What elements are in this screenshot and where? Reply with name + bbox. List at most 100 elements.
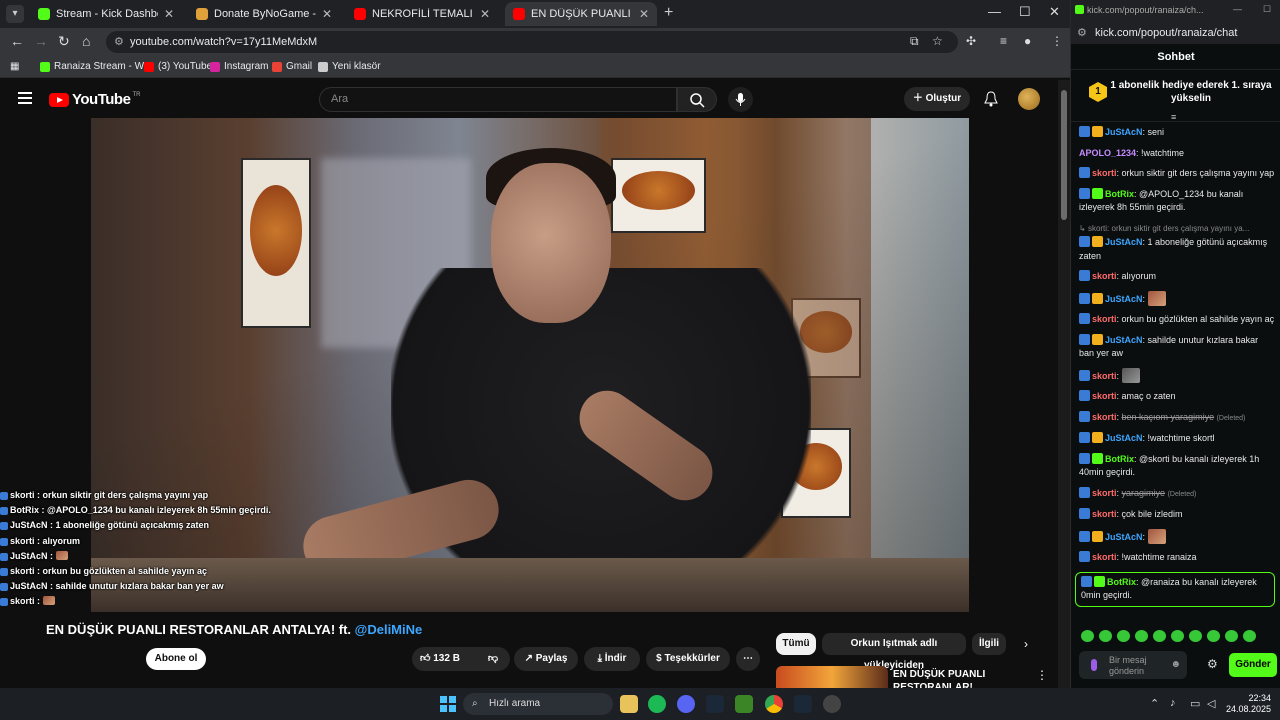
emote-icon[interactable] xyxy=(1153,630,1166,642)
emote-icon[interactable] xyxy=(1225,630,1238,642)
extensions-icon[interactable]: ✣ xyxy=(966,34,976,48)
chat-message[interactable]: skorti: alıyorum xyxy=(1079,270,1275,284)
chat-username[interactable]: skorti xyxy=(1092,509,1117,519)
bookmark-item[interactable]: Ranaiza Stream - W... xyxy=(40,61,152,72)
download-button[interactable]: ⤓ İndir xyxy=(584,647,640,671)
new-tab-icon[interactable]: + xyxy=(664,4,673,22)
chevron-right-icon[interactable]: › xyxy=(1024,637,1028,651)
chat-address-bar[interactable]: ⚙ kick.com/popout/ranaiza/chat xyxy=(1071,22,1280,44)
bookmark-item[interactable]: Instagram xyxy=(210,61,268,72)
tray-chevron-icon[interactable]: ⌃ xyxy=(1150,697,1159,710)
chat-message[interactable]: BotRix: @skorti bu kanalı izleyerek 1h 4… xyxy=(1079,452,1275,480)
mic-tray-icon[interactable]: ♪ xyxy=(1170,697,1176,709)
file-explorer-icon[interactable] xyxy=(620,695,638,713)
chat-message[interactable]: APOLO_1234: !watchtime xyxy=(1079,147,1275,161)
bookmark-item[interactable]: Yeni klasör xyxy=(318,61,381,72)
chat-username[interactable]: skorti xyxy=(1092,314,1117,324)
home-icon[interactable]: ⌂ xyxy=(82,33,90,49)
subscribe-button[interactable]: Abone ol xyxy=(146,648,206,670)
recommended-thumbnail[interactable] xyxy=(776,666,888,688)
chat-message[interactable]: JuStAcN: xyxy=(1079,290,1275,307)
emote-icon[interactable] xyxy=(1243,630,1256,642)
windows-start-icon[interactable] xyxy=(440,696,456,712)
emote-icon[interactable] xyxy=(1189,630,1202,642)
browser-tab[interactable]: Stream - Kick Dashboard ✕ xyxy=(30,2,182,26)
chat-username[interactable]: JuStAcN xyxy=(1105,433,1143,443)
close-tab-icon[interactable]: ✕ xyxy=(639,7,649,21)
chat-username[interactable]: JuStAcN xyxy=(1105,127,1143,137)
thanks-button[interactable]: $ Teşekkürler xyxy=(646,647,730,671)
chat-username[interactable]: skorti xyxy=(1092,391,1117,401)
minimize-icon[interactable]: — xyxy=(988,4,1001,19)
volume-icon[interactable]: ◁ xyxy=(1207,697,1215,710)
chat-message[interactable]: skorti: xyxy=(1079,367,1275,384)
chat-message[interactable]: skorti: ben kaçıom yaragimiye (Deleted) xyxy=(1079,410,1275,426)
menu-icon[interactable] xyxy=(18,92,32,107)
back-icon[interactable]: ← xyxy=(10,33,24,49)
reload-icon[interactable]: ↻ xyxy=(58,33,70,50)
address-bar[interactable]: ⚙ youtube.com/watch?v=17y11MeMdxM xyxy=(106,31,958,53)
minecraft-icon[interactable] xyxy=(735,695,753,713)
emote-icon[interactable] xyxy=(1207,630,1220,642)
recommended-more-icon[interactable]: ⋮ xyxy=(1036,668,1048,682)
forward-icon[interactable]: → xyxy=(34,33,48,49)
chat-message[interactable]: JuStAcN: seni xyxy=(1079,126,1275,140)
network-icon[interactable]: ▭ xyxy=(1190,697,1200,710)
chat-settings-icon[interactable]: ⚙ xyxy=(1207,657,1218,671)
close-tab-icon[interactable]: ✕ xyxy=(480,7,490,21)
chat-username[interactable]: BotRix xyxy=(1107,577,1136,587)
chip-related[interactable]: İlgili xyxy=(972,633,1006,655)
search-input[interactable]: Ara xyxy=(319,87,677,112)
profile-icon[interactable]: ● xyxy=(1024,34,1031,48)
chat-message[interactable]: skorti: çok bile izledim xyxy=(1079,508,1275,522)
chat-message[interactable]: BotRix: @APOLO_1234 bu kanalı izleyerek … xyxy=(1079,187,1275,215)
chat-username[interactable]: skorti xyxy=(1092,552,1117,562)
chat-message[interactable]: JuStAcN: xyxy=(1079,528,1275,545)
sub-goal-banner[interactable]: 1 1 abonelik hediye ederek 1. sıraya yük… xyxy=(1071,70,1280,122)
chat-message-input[interactable]: Bir mesaj gönderin ☻ xyxy=(1079,651,1187,679)
create-button[interactable]: ＋ Oluştur xyxy=(904,87,970,111)
discord-icon[interactable] xyxy=(677,695,695,713)
chat-username[interactable]: skorti xyxy=(1092,168,1117,178)
emote-icon[interactable] xyxy=(1081,630,1094,642)
voice-search-button[interactable] xyxy=(728,87,753,112)
chat-message[interactable]: skorti: orkun bu gözlükten al sahilde ya… xyxy=(1079,313,1275,327)
emote-icon[interactable] xyxy=(1135,630,1148,642)
bookmark-star-icon[interactable]: ☆ xyxy=(932,34,943,48)
like-button[interactable]: 👍︎ 132 B 👎︎ xyxy=(412,647,510,671)
more-actions-button[interactable]: ⋯ xyxy=(736,647,760,671)
chat-username[interactable]: skorti xyxy=(1092,271,1117,281)
account-avatar[interactable] xyxy=(1018,88,1040,110)
chip-uploader[interactable]: Orkun Işıtmak adlı yükleyiciden xyxy=(822,633,966,671)
clock[interactable]: 22:34 24.08.2025 xyxy=(1226,693,1271,715)
taskbar-search[interactable]: ⌕ Hızlı arama xyxy=(463,693,613,715)
close-window-icon[interactable]: ✕ xyxy=(1049,4,1060,20)
steam-icon[interactable] xyxy=(794,695,812,713)
close-tab-icon[interactable]: ✕ xyxy=(322,7,332,21)
chat-message[interactable]: JuStAcN: !watchtime skortl xyxy=(1079,432,1275,446)
microphone-icon[interactable] xyxy=(1091,659,1097,671)
steam-icon[interactable] xyxy=(706,695,724,713)
chat-message[interactable]: skorti: amaç o zaten xyxy=(1079,390,1275,404)
maximize-icon[interactable]: ☐ xyxy=(1263,4,1271,15)
chat-message[interactable]: JuStAcN: 1 aboneliğe götünü açıcakmış za… xyxy=(1079,236,1275,263)
chat-message[interactable]: skorti: orkun siktir git ders çalışma ya… xyxy=(1079,167,1275,181)
scrollbar-thumb[interactable] xyxy=(1061,90,1067,220)
minimize-icon[interactable]: — xyxy=(1233,4,1242,14)
search-button[interactable] xyxy=(677,87,717,112)
apps-icon[interactable]: ▦ xyxy=(10,61,19,72)
bookmark-item[interactable]: (3) YouTube xyxy=(144,61,212,72)
chat-username[interactable]: JuStAcN xyxy=(1105,532,1143,542)
youtube-logo[interactable]: YouTube TR xyxy=(49,91,140,108)
obs-icon[interactable] xyxy=(823,695,841,713)
maximize-icon[interactable]: ☐ xyxy=(1019,4,1031,20)
site-info-icon[interactable]: ⚙ xyxy=(114,31,124,53)
chrome-icon[interactable] xyxy=(765,695,783,713)
chat-message[interactable]: BotRix: @ranaiza bu kanalı izleyerek 0mi… xyxy=(1075,571,1275,607)
chat-username[interactable]: JuStAcN xyxy=(1105,237,1143,247)
chat-username[interactable]: skorti xyxy=(1092,488,1117,498)
chat-username[interactable]: BotRix xyxy=(1105,189,1134,199)
reply-preview[interactable]: ↳ skorti: orkun siktir git ders çalışma … xyxy=(1079,222,1275,236)
browser-menu-icon[interactable]: ⋮ xyxy=(1051,34,1063,48)
cast-icon[interactable]: ⧉ xyxy=(910,34,919,49)
